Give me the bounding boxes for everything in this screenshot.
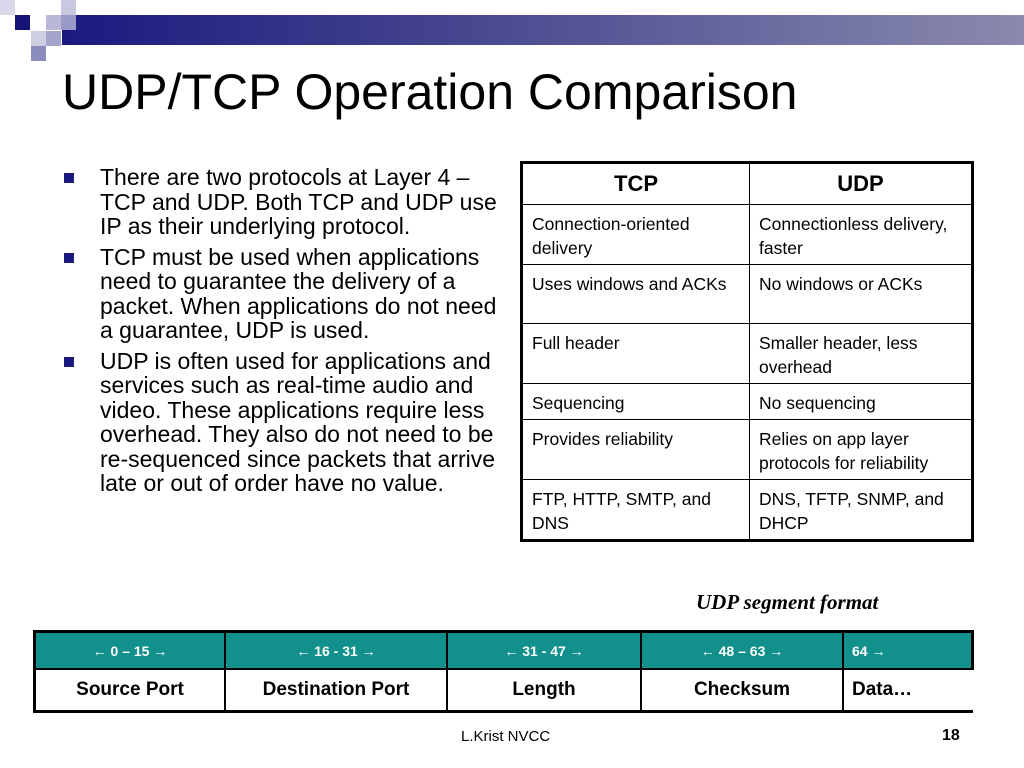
- page-number: 18: [942, 727, 960, 744]
- deco-square: [46, 31, 61, 46]
- table-header-row: TCP UDP: [521, 162, 973, 205]
- bullet-item: TCP must be used when applications need …: [62, 244, 502, 343]
- table-row: Sequencing No sequencing: [521, 383, 973, 420]
- square-bullet-icon: [64, 173, 74, 183]
- udp-cell: Smaller header, less overhead: [749, 323, 973, 384]
- bit-range-row: ← 0 – 15 → ← 16 - 31 → ← 31 - 47 → ← 48 …: [33, 630, 974, 670]
- bit-range-checksum: ← 48 – 63 →: [640, 630, 844, 670]
- square-bullet-icon: [64, 252, 74, 263]
- tcp-cell: FTP, HTTP, SMTP, and DNS: [521, 479, 750, 541]
- table-row: Uses windows and ACKs No windows or ACKs: [521, 264, 973, 324]
- table-row: Connection-oriented delivery Connectionl…: [521, 204, 973, 265]
- udp-cell: No sequencing: [749, 383, 973, 420]
- udp-segment-table: ← 0 – 15 → ← 16 - 31 → ← 31 - 47 → ← 48 …: [33, 630, 974, 713]
- footer-text: L.Krist NVCC: [461, 728, 551, 745]
- udp-cell: No windows or ACKs: [749, 264, 973, 324]
- bullet-item: There are two protocols at Layer 4 – TCP…: [62, 165, 502, 239]
- deco-square: [46, 15, 61, 30]
- bullet-item: UDP is often used for applications and s…: [62, 348, 502, 496]
- tcp-cell: Uses windows and ACKs: [521, 264, 750, 324]
- deco-square: [31, 46, 46, 61]
- bit-range-destination-port: ← 16 - 31 →: [224, 630, 448, 670]
- tcp-cell: Provides reliability: [521, 419, 750, 480]
- deco-square: [61, 0, 76, 15]
- field-row: Source Port Destination Port Length Chec…: [33, 668, 973, 713]
- bullet-list: There are two protocols at Layer 4 – TCP…: [62, 165, 502, 502]
- column-header-tcp: TCP: [521, 162, 750, 205]
- deco-square: [15, 15, 30, 30]
- field-checksum: Checksum: [640, 668, 844, 713]
- segment-format-caption: UDP segment format: [696, 590, 879, 614]
- comparison-table: TCP UDP Connection-oriented delivery Con…: [520, 161, 974, 542]
- field-destination-port: Destination Port: [224, 668, 448, 713]
- tcp-cell: Connection-oriented delivery: [521, 204, 750, 265]
- field-source-port: Source Port: [33, 668, 226, 713]
- udp-cell: Connectionless delivery, faster: [749, 204, 973, 265]
- header-gradient-bar: [62, 15, 1024, 45]
- field-length: Length: [446, 668, 642, 713]
- square-bullet-icon: [64, 356, 74, 367]
- slide-title: UDP/TCP Operation Comparison: [62, 64, 798, 120]
- udp-cell: Relies on app layer protocols for reliab…: [749, 419, 973, 480]
- field-data: Data…: [842, 668, 973, 713]
- deco-square: [61, 15, 76, 30]
- udp-cell: DNS, TFTP, SNMP, and DHCP: [749, 479, 973, 541]
- deco-square: [31, 31, 46, 46]
- table-row: FTP, HTTP, SMTP, and DNS DNS, TFTP, SNMP…: [521, 479, 973, 541]
- bit-range-source-port: ← 0 – 15 →: [33, 630, 226, 670]
- deco-square: [0, 0, 15, 15]
- table-row: Full header Smaller header, less overhea…: [521, 323, 973, 384]
- tcp-cell: Sequencing: [521, 383, 750, 420]
- bit-range-data: 64 →: [842, 630, 974, 670]
- table-row: Provides reliability Relies on app layer…: [521, 419, 973, 480]
- bit-range-length: ← 31 - 47 →: [446, 630, 642, 670]
- column-header-udp: UDP: [749, 162, 973, 205]
- tcp-cell: Full header: [521, 323, 750, 384]
